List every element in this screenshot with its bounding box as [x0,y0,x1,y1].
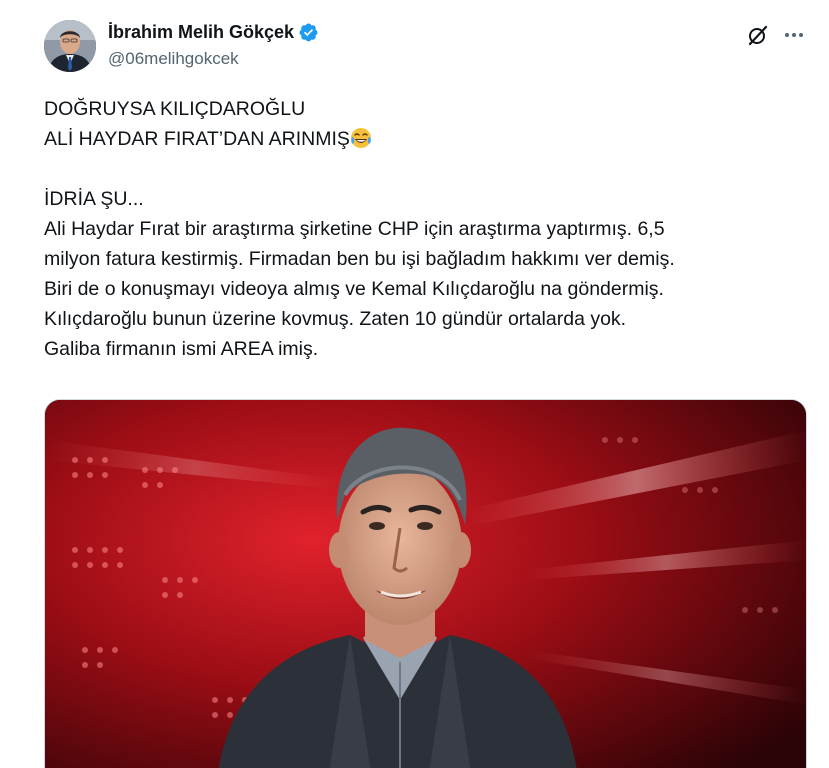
tweet-text: DOĞRUYSA KILIÇDAROĞLU ALİ HAYDAR FIRAT’D… [44,94,814,364]
tweet-text-line: milyon fatura kestirmiş. Firmadan ben bu… [44,248,675,270]
tweet-text-line: Galiba firmanın ismi AREA imiş. [44,338,319,360]
tweet-text-line-with-emoji: ALİ HAYDAR FIRAT’DAN ARINMIŞ [44,124,814,154]
tweet-text-line: İDRİA ŞU... [44,188,144,210]
verified-badge-icon[interactable] [298,22,319,43]
more-options-icon[interactable] [782,23,806,47]
tweet-text-line: Biri de o konuşmayı videoya almış ve Kem… [44,278,664,300]
tweet-text-line: DOĞRUYSA KILIÇDAROĞLU [44,98,306,120]
tweet-card: İbrahim Melih Gökçek @06melihgokcek DOĞR… [0,0,829,768]
tweet-text-line: Ali Haydar Fırat bir araştırma şirketine… [44,218,665,240]
tweet-media-photo[interactable] [44,399,807,768]
author-handle[interactable]: @06melihgokcek [108,49,239,69]
author-name-row: İbrahim Melih Gökçek [108,20,319,44]
tweet-text-line: Kılıçdaroğlu bunun üzerine kovmuş. Zaten… [44,308,627,330]
face-with-tears-of-joy-icon [350,127,372,149]
grok-icon[interactable] [746,23,770,47]
tweet-text-line: ALİ HAYDAR FIRAT’DAN ARINMIŞ [44,128,350,150]
author-display-name[interactable]: İbrahim Melih Gökçek [108,22,294,43]
avatar[interactable] [44,20,96,72]
